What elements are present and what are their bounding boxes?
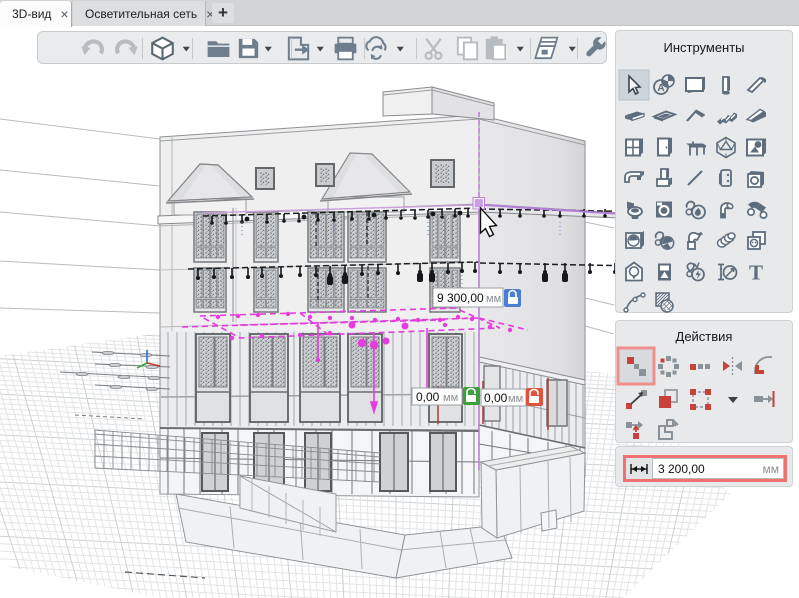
- svg-text:мм: мм: [486, 293, 501, 305]
- svg-text:0,00: 0,00: [484, 391, 508, 405]
- svg-text:T: T: [749, 261, 763, 285]
- svg-text:мм: мм: [508, 393, 523, 405]
- svg-text:0,00: 0,00: [416, 390, 440, 404]
- svg-text:мм: мм: [443, 392, 458, 404]
- svg-text:9 300,00: 9 300,00: [437, 291, 484, 305]
